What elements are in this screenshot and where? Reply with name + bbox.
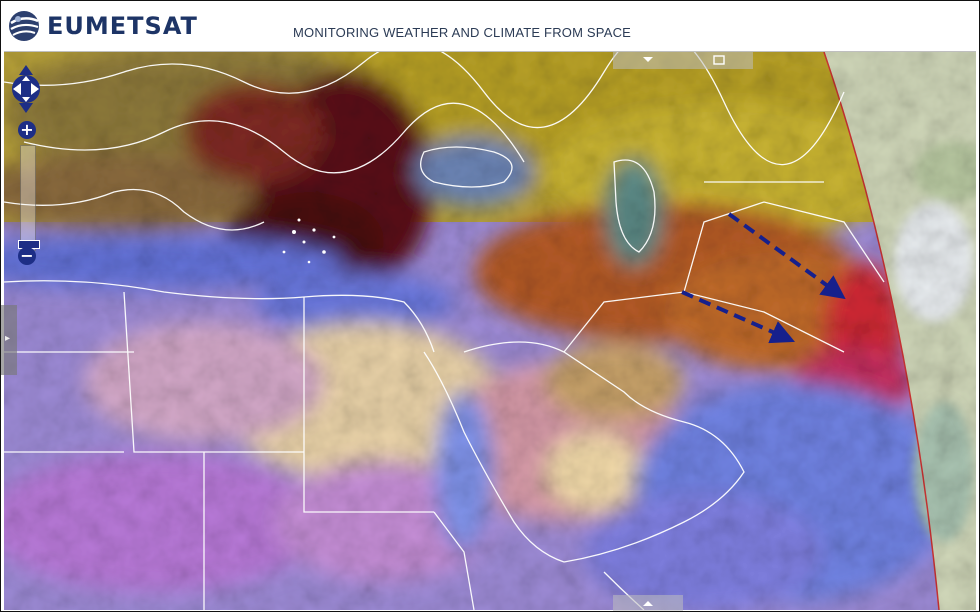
zoom-in-button[interactable]: + [18,121,36,139]
satellite-map[interactable] [4,51,976,610]
chevron-down-icon [643,55,725,65]
side-panel-tab[interactable]: ▸ [1,305,17,375]
zoom-control: + − [18,121,40,265]
header: EUMETSAT MONITORING WEATHER AND CLIMATE … [1,1,979,51]
pan-control[interactable] [11,63,41,115]
chevron-up-icon [643,601,653,606]
bottom-panel-tab[interactable] [613,595,683,611]
logo-text: EUMETSAT [47,12,198,40]
chevron-right-icon: ▸ [5,333,11,344]
eumetsat-logo[interactable]: EUMETSAT [7,9,198,43]
globe-icon [9,11,39,41]
pan-arrows-icon [12,65,40,113]
eumetsat-viewer: EUMETSAT MONITORING WEATHER AND CLIMATE … [0,0,980,612]
zoom-slider[interactable] [18,145,40,251]
square-icon [713,55,725,65]
zoom-out-button[interactable]: − [18,247,36,265]
top-panel-tab[interactable] [613,51,753,69]
satellite-image [4,52,976,610]
tagline: MONITORING WEATHER AND CLIMATE FROM SPAC… [293,25,632,40]
